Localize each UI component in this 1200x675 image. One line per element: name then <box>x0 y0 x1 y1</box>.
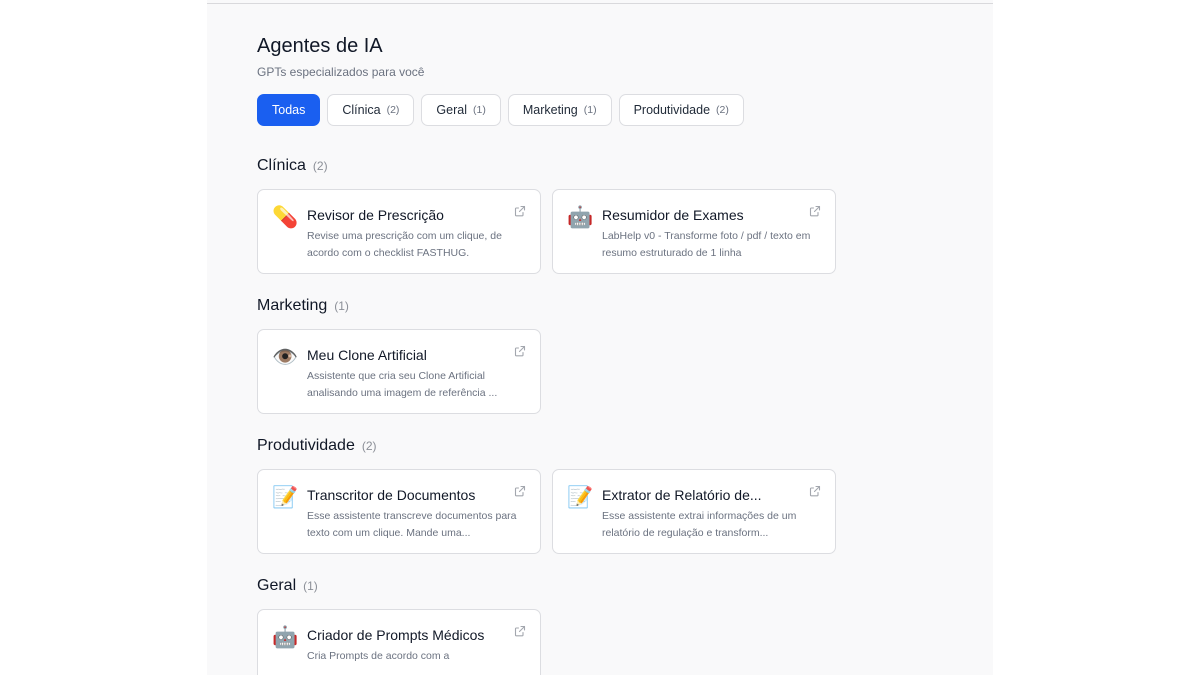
filter-label: Produtividade <box>633 103 711 117</box>
external-link-icon[interactable] <box>514 485 526 497</box>
agent-name: Resumidor de Exames <box>602 207 744 223</box>
agent-description: LabHelp v0 - Transforme foto / pdf / tex… <box>602 230 811 259</box>
filter-count: (1) <box>473 104 486 116</box>
agent-name: Extrator de Relatório de... <box>602 487 762 503</box>
section-geral: Geral (1) 🤖 Criador de Prompts Médicos C… <box>257 576 957 675</box>
filter-marketing[interactable]: Marketing (1) <box>507 94 612 126</box>
agent-card-meu-clone-artificial[interactable]: 👁️ Meu Clone Artificial Assistente que c… <box>257 329 541 414</box>
section-header: Geral (1) <box>257 576 957 596</box>
agent-card-revisor-de-prescricao[interactable]: 💊 Revisor de Prescrição Revise uma presc… <box>257 189 541 274</box>
external-link-icon[interactable] <box>514 625 526 637</box>
external-link-icon[interactable] <box>514 345 526 357</box>
section-title: Produtividade <box>257 437 355 454</box>
memo-icon: 📝 <box>272 486 299 509</box>
robot-icon: 🤖 <box>272 626 299 649</box>
filter-label: Clínica <box>342 103 381 117</box>
agent-description: Assistente que cria seu Clone Artificial… <box>307 370 498 399</box>
section-produtividade: Produtividade (2) 📝 Transcritor de Docum… <box>257 436 957 554</box>
section-marketing: Marketing (1) 👁️ Meu Clone Artificial As… <box>257 296 957 414</box>
agent-card-resumidor-de-exames[interactable]: 🤖 Resumidor de Exames LabHelp v0 - Trans… <box>552 189 836 274</box>
external-link-icon[interactable] <box>809 485 821 497</box>
agent-cards: 🤖 Criador de Prompts Médicos Cria Prompt… <box>257 609 957 675</box>
section-clinica: Clínica (2) 💊 Revisor de Prescrição Revi… <box>257 156 957 274</box>
section-count: (2) <box>361 439 377 453</box>
robot-icon: 🤖 <box>567 206 594 229</box>
agent-name: Revisor de Prescrição <box>307 207 444 223</box>
main-panel: Agentes de IA GPTs especializados para v… <box>207 0 993 675</box>
filter-label: Marketing <box>522 103 578 117</box>
agent-name: Meu Clone Artificial <box>307 347 427 363</box>
agent-cards: 💊 Revisor de Prescrição Revise uma presc… <box>257 189 957 274</box>
filter-todas[interactable]: Todas <box>257 94 321 126</box>
section-count: (1) <box>334 299 349 313</box>
section-count: (1) <box>303 579 318 593</box>
page-title: Agentes de IA <box>257 35 383 57</box>
agent-card-criador-de-prompts-medicos[interactable]: 🤖 Criador de Prompts Médicos Cria Prompt… <box>257 609 541 675</box>
filter-count: (1) <box>583 104 597 116</box>
section-title: Marketing <box>257 297 328 314</box>
agent-description: Esse assistente extrai informações de um… <box>602 510 797 539</box>
page-subtitle: GPTs especializados para você <box>257 65 425 79</box>
filter-count: (2) <box>386 104 400 116</box>
section-header: Clínica (2) <box>257 156 957 176</box>
agent-description: Revise uma prescrição com um clique, de … <box>307 230 502 259</box>
section-title: Geral <box>257 577 297 594</box>
section-header: Produtividade (2) <box>257 436 957 456</box>
section-title: Clínica <box>257 157 306 174</box>
category-filters: Todas Clínica (2) Geral (1) Marketing (1… <box>257 94 957 126</box>
agent-name: Transcritor de Documentos <box>307 487 476 503</box>
external-link-icon[interactable] <box>514 205 526 217</box>
filter-count: (2) <box>716 104 729 116</box>
agent-card-transcritor-de-documentos[interactable]: 📝 Transcritor de Documentos Esse assiste… <box>257 469 541 554</box>
agent-name: Criador de Prompts Médicos <box>307 627 485 643</box>
memo-icon: 📝 <box>567 486 594 509</box>
filter-label: Geral <box>436 103 467 117</box>
filter-label: Todas <box>272 103 306 117</box>
agents-page: Agentes de IA GPTs especializados para v… <box>257 34 957 675</box>
filter-geral[interactable]: Geral (1) <box>421 94 501 126</box>
agent-cards: 📝 Transcritor de Documentos Esse assiste… <box>257 469 957 554</box>
header-divider <box>207 3 993 4</box>
section-count: (2) <box>312 159 328 173</box>
filter-clinica[interactable]: Clínica (2) <box>327 94 415 126</box>
agent-card-extrator-de-relatorio[interactable]: 📝 Extrator de Relatório de... Esse assis… <box>552 469 836 554</box>
eye-icon: 👁️ <box>272 346 299 369</box>
external-link-icon[interactable] <box>809 205 821 217</box>
agent-cards: 👁️ Meu Clone Artificial Assistente que c… <box>257 329 957 414</box>
agent-description: Cria Prompts de acordo com a <box>307 650 450 662</box>
pill-icon: 💊 <box>272 206 299 229</box>
section-header: Marketing (1) <box>257 296 957 316</box>
agent-description: Esse assistente transcreve documentos pa… <box>307 510 517 539</box>
filter-produtividade[interactable]: Produtividade (2) <box>618 94 744 126</box>
